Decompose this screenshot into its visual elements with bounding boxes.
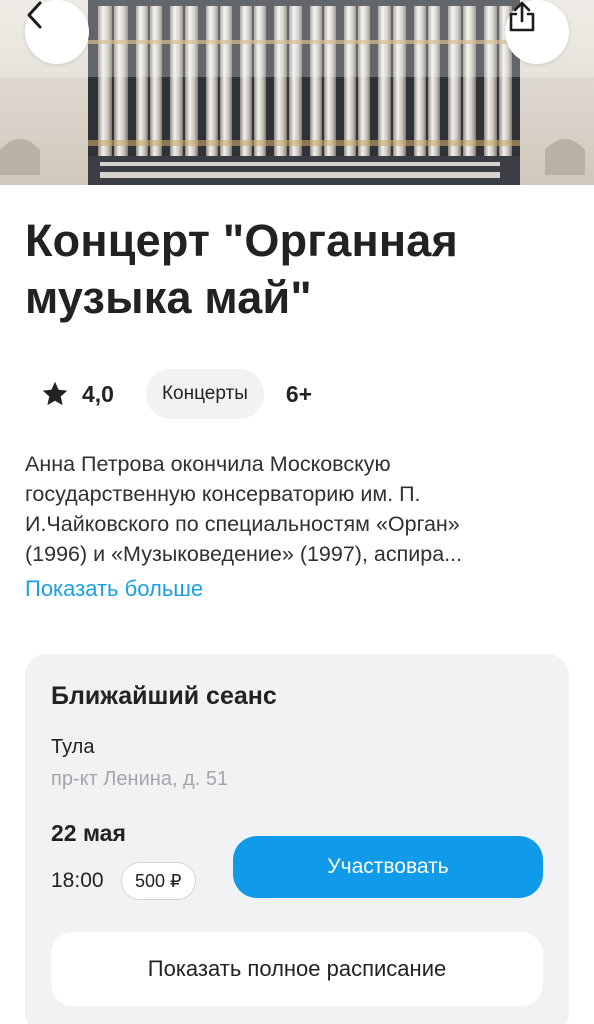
star-icon <box>42 381 68 406</box>
event-description: Анна Петрова окончила Московскую государ… <box>25 449 570 569</box>
session-date: 22 мая <box>51 820 126 846</box>
share-icon <box>509 1 535 32</box>
back-button[interactable] <box>25 0 89 64</box>
session-address: пр-кт Ленина, д. 51 <box>51 768 229 790</box>
session-time: 18:00 <box>51 869 104 892</box>
rating-value: 4,0 <box>82 380 114 407</box>
show-more-link[interactable]: Показать больше <box>25 576 203 602</box>
category-chip[interactable]: Концерты <box>145 369 264 419</box>
participate-button[interactable]: Участвовать <box>233 836 543 898</box>
price-badge: 500 ₽ <box>121 862 196 900</box>
nearest-session-card: Ближайший сеанс Тула пр-кт Ленина, д. 51… <box>25 654 569 1024</box>
event-title: Концерт "Органная музыка май" <box>25 215 458 323</box>
event-meta-row: 4,0 Концерты 6+ <box>40 369 312 419</box>
session-city: Тула <box>51 736 95 758</box>
full-schedule-button[interactable]: Показать полное расписание <box>51 932 543 1006</box>
share-button[interactable] <box>505 0 569 64</box>
description-line: Анна Петрова окончила Московскую <box>25 452 391 476</box>
description-line: государственную консерваторию им. П. <box>25 482 421 506</box>
session-heading: Ближайший сеанс <box>51 682 277 710</box>
chevron-left-icon <box>27 1 42 29</box>
rating: 4,0 <box>40 379 114 409</box>
description-line: (1996) и «Музыковедение» (1997), аспира.… <box>25 542 463 566</box>
hero-image <box>0 0 594 185</box>
age-rating: 6+ <box>285 380 313 407</box>
description-line: И.Чайковского по специальностям «Орган» <box>25 512 460 536</box>
